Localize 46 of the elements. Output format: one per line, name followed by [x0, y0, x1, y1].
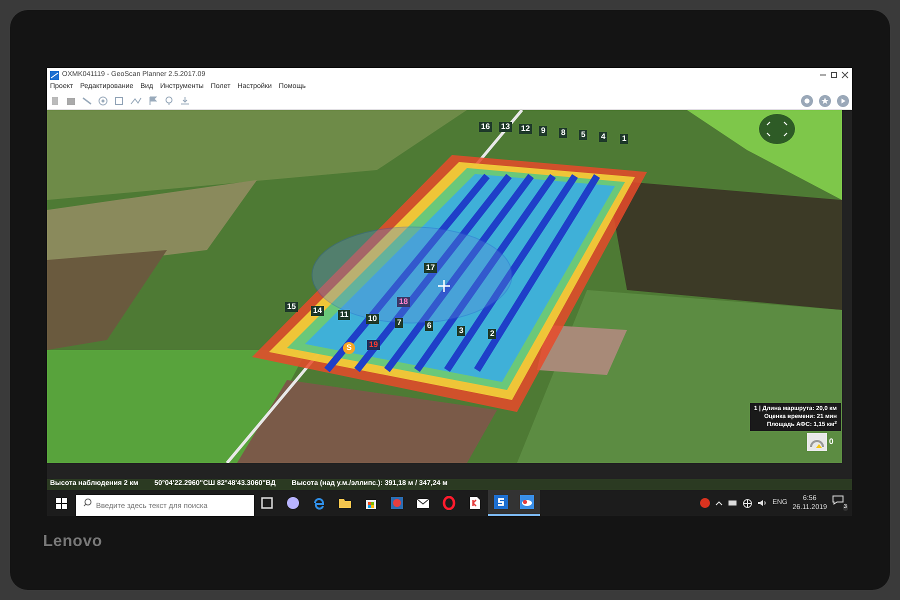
envelope-icon	[416, 497, 430, 509]
gauge-count: 0	[829, 436, 834, 448]
ring-icon	[442, 496, 456, 510]
circle-icon	[286, 496, 300, 510]
taskbar-app-button[interactable]	[514, 490, 540, 516]
browser-e-icon	[312, 496, 326, 510]
waypoint-label[interactable]: 1	[620, 134, 628, 144]
waypoint-label[interactable]: 6	[425, 321, 434, 331]
notification-icon[interactable]	[832, 495, 844, 505]
star-button-icon[interactable]	[819, 95, 831, 107]
brand-logo: Lenovo	[43, 532, 104, 552]
app-icon	[390, 496, 404, 510]
waypoint-label[interactable]: 5	[579, 130, 588, 140]
taskbar-app-button[interactable]	[488, 490, 514, 516]
globe-icon[interactable]	[743, 498, 752, 508]
tray-app-icon[interactable]	[700, 498, 710, 508]
app-logo-icon	[50, 70, 59, 80]
waypoint-label[interactable]: 19	[367, 340, 380, 350]
compass-icon[interactable]	[759, 114, 795, 144]
waypoint-label[interactable]: 11	[338, 310, 350, 320]
search-icon	[83, 498, 92, 507]
s-app-icon	[494, 495, 508, 509]
waypoint-label[interactable]: 8	[559, 128, 568, 138]
folder-icon	[338, 497, 352, 509]
waypoint-label[interactable]: 9	[539, 126, 548, 136]
waypoint-label[interactable]: 10	[366, 314, 379, 324]
waypoint-label[interactable]: 12	[519, 124, 532, 134]
waypoint-label[interactable]: 7	[395, 318, 404, 328]
waypoint-label[interactable]: 17	[424, 263, 437, 273]
task-view-icon	[260, 497, 274, 509]
battery-icon[interactable]	[728, 500, 738, 506]
planner-app-icon	[520, 495, 534, 509]
waypoint-label[interactable]: 2	[488, 329, 496, 339]
chevron-up-icon[interactable]	[715, 500, 724, 506]
maximize-icon[interactable]	[830, 71, 838, 79]
waypoint-label[interactable]: 18	[397, 297, 410, 307]
document-icon	[469, 496, 481, 510]
waypoint-label[interactable]: 16	[479, 122, 492, 132]
windows-logo-icon[interactable]	[56, 498, 67, 508]
waypoint-label[interactable]: 3	[457, 326, 466, 336]
speaker-icon[interactable]	[757, 499, 768, 507]
waypoint-label[interactable]: 4	[599, 132, 608, 142]
waypoint-label[interactable]: 14	[311, 306, 324, 316]
waypoint-label[interactable]: 15	[285, 302, 298, 312]
close-icon[interactable]	[841, 71, 849, 79]
waypoint-label[interactable]: 13	[499, 122, 512, 132]
